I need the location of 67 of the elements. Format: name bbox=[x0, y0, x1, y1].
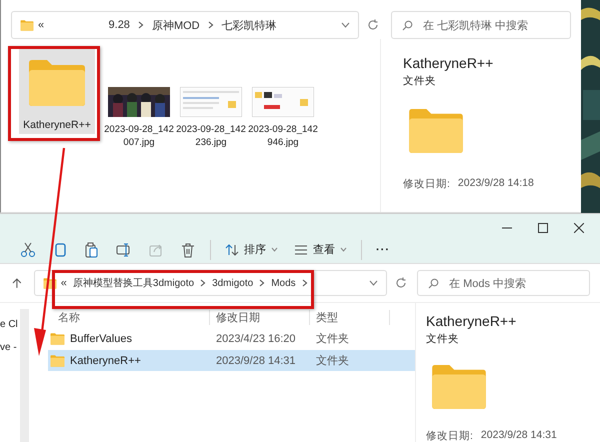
details-type: 文件夹 bbox=[403, 74, 437, 88]
file-name: KatheryneR++ bbox=[70, 354, 141, 366]
nav-item[interactable]: ve - bbox=[0, 342, 30, 353]
file-item[interactable]: 2023-09-28_142007.jpg bbox=[103, 49, 175, 151]
type-cell-text: 文件夹 bbox=[315, 354, 350, 368]
details-type: 文件夹 bbox=[426, 332, 460, 346]
breadcrumb[interactable]: 原神模型替换工具3dmigoto bbox=[72, 276, 194, 290]
close-icon[interactable] bbox=[574, 223, 584, 234]
date-value: 2023/9/28 14:18 bbox=[458, 177, 534, 191]
column-header[interactable]: 修改日期 bbox=[210, 310, 310, 324]
date-cell-text: 2023/9/28 14:31 bbox=[215, 354, 297, 366]
breadcrumb[interactable]: 原神MOD bbox=[152, 18, 200, 32]
folder-icon bbox=[407, 108, 465, 154]
search-field[interactable]: 在 七彩凯特琳 中搜索 bbox=[391, 11, 571, 39]
more-button[interactable]: ··· bbox=[370, 240, 396, 260]
details-title: KatheryneR++ bbox=[426, 313, 518, 329]
caret-icon bbox=[340, 247, 347, 252]
date-cell-text: 2023/4/23 16:20 bbox=[215, 332, 297, 344]
folder-icon bbox=[430, 364, 488, 410]
file-item[interactable]: 2023-09-28_142236.jpg bbox=[175, 49, 247, 151]
file-name: KatheryneR++ bbox=[22, 119, 92, 132]
date-value: 2023/9/28 14:31 bbox=[480, 429, 557, 442]
list-icon bbox=[294, 242, 308, 257]
details-title: KatheryneR++ bbox=[403, 55, 494, 71]
chevron-icon bbox=[208, 21, 214, 29]
date-label: 修改日期: bbox=[403, 177, 450, 191]
view-button[interactable]: 查看 bbox=[288, 238, 353, 262]
folder-icon bbox=[27, 59, 87, 107]
folder-icon bbox=[50, 354, 65, 366]
breadcrumb[interactable]: 3dmigoto bbox=[212, 278, 254, 288]
collapsed-path[interactable]: « bbox=[60, 277, 67, 289]
chevron-icon bbox=[138, 21, 144, 29]
refresh-icon[interactable] bbox=[367, 19, 379, 31]
dropdown-icon[interactable] bbox=[341, 22, 350, 28]
folder-icon bbox=[20, 20, 34, 30]
search-icon bbox=[402, 20, 413, 30]
chevron-icon bbox=[200, 279, 206, 287]
refresh-icon[interactable] bbox=[395, 277, 408, 289]
type-cell-text: 文件夹 bbox=[315, 332, 350, 346]
chevron-icon bbox=[302, 279, 308, 287]
file-name: 2023-09-28_142946.jpg bbox=[247, 123, 319, 149]
file-item[interactable]: 2023-09-28_142946.jpg bbox=[247, 49, 319, 151]
file-name: 2023-09-28_142236.jpg bbox=[175, 123, 247, 149]
caret-icon bbox=[271, 247, 278, 252]
file-row[interactable]: BufferValues 2023/4/23 16:20 文件夹 bbox=[48, 328, 415, 349]
breadcrumb[interactable]: Mods bbox=[271, 278, 296, 288]
column-header[interactable]: 类型 bbox=[310, 310, 390, 324]
collapsed-path[interactable]: « bbox=[38, 19, 44, 31]
folder-icon bbox=[50, 332, 65, 344]
search-field[interactable]: 在 Mods 中搜索 bbox=[417, 270, 590, 296]
chevron-icon bbox=[259, 279, 266, 287]
sort-button[interactable]: 排序 bbox=[219, 238, 284, 262]
nav-item[interactable]: e Cl bbox=[0, 319, 30, 330]
file-item[interactable]: KatheryneR++ bbox=[19, 49, 95, 134]
date-label: 修改日期: bbox=[426, 429, 473, 442]
address-bar[interactable]: « 9.28 原神MOD 七彩凯特琳 bbox=[11, 11, 359, 39]
maximize-icon[interactable] bbox=[538, 223, 548, 234]
sort-icon bbox=[225, 242, 239, 257]
file-row[interactable]: KatheryneR++ 2023/9/28 14:31 文件夹 bbox=[48, 350, 415, 371]
up-arrow-icon[interactable] bbox=[12, 278, 22, 288]
breadcrumb[interactable]: 9.28 bbox=[108, 19, 130, 31]
file-name: BufferValues bbox=[70, 332, 132, 344]
file-name: 2023-09-28_142007.jpg bbox=[103, 123, 175, 149]
search-icon bbox=[428, 278, 440, 288]
column-header[interactable]: 名称 bbox=[48, 310, 210, 324]
dropdown-icon[interactable] bbox=[369, 280, 378, 286]
breadcrumb[interactable]: 七彩凯特琳 bbox=[222, 18, 277, 32]
